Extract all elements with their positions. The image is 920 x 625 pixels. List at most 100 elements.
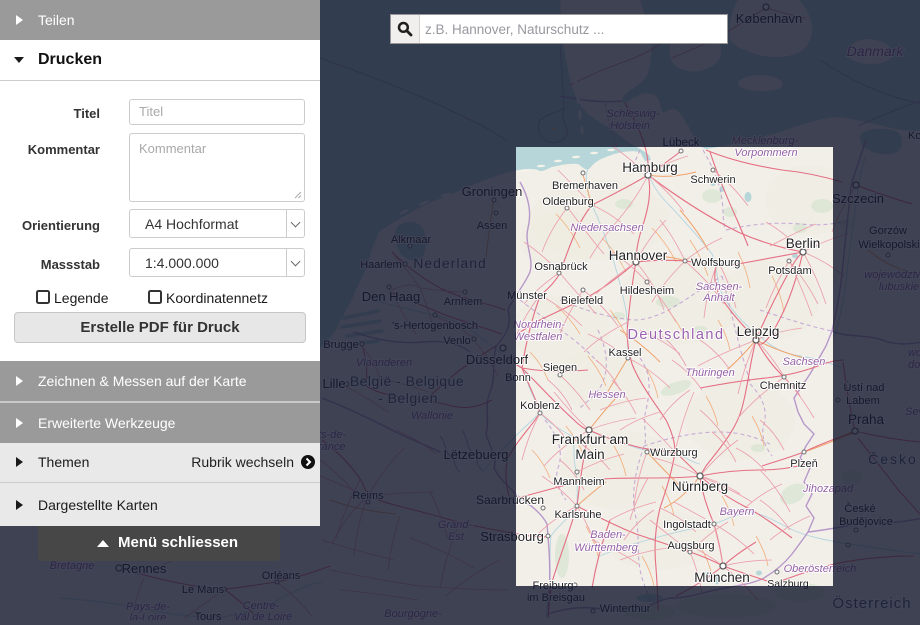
- svg-text:Danmark: Danmark: [847, 43, 905, 59]
- svg-text:Praha: Praha: [848, 412, 885, 427]
- svg-text:Oldenburg: Oldenburg: [542, 196, 593, 208]
- svg-text:Mecklenburg-: Mecklenburg-: [732, 135, 799, 147]
- svg-text:België - Belgique: België - Belgique: [350, 373, 464, 389]
- svg-text:Brugge: Brugge: [323, 339, 358, 351]
- svg-text:Chemnitz: Chemnitz: [760, 380, 806, 392]
- svg-text:München: München: [694, 570, 750, 585]
- svg-text:Bremerhaven: Bremerhaven: [552, 180, 618, 192]
- svg-text:Lübeck: Lübeck: [662, 137, 699, 149]
- svg-text:wojewódz: wojewódz: [908, 347, 920, 359]
- svg-text:Oberösterreich: Oberösterreich: [784, 563, 857, 575]
- svg-text:Vorpommern: Vorpommern: [734, 147, 797, 159]
- svg-text:Thüringen: Thüringen: [685, 367, 735, 379]
- svg-text:Est: Est: [448, 531, 465, 543]
- svg-text:Bielefeld: Bielefeld: [561, 295, 603, 307]
- svg-text:Holstein: Holstein: [610, 120, 650, 132]
- svg-text:Sachsen: Sachsen: [783, 356, 826, 368]
- svg-text:Westfalen: Westfalen: [514, 331, 563, 343]
- svg-text:Česko: Česko: [868, 451, 918, 467]
- svg-text:'s-Hertogenbosch: 's-Hertogenbosch: [392, 320, 478, 332]
- svg-text:województwo: województwo: [864, 269, 920, 281]
- svg-text:Wallonie: Wallonie: [411, 410, 453, 422]
- svg-text:Nürnberg: Nürnberg: [672, 479, 728, 494]
- svg-text:Karlsruhe: Karlsruhe: [554, 509, 601, 521]
- svg-text:Schwerin: Schwerin: [690, 174, 735, 186]
- svg-text:Groningen: Groningen: [462, 184, 523, 199]
- svg-text:Alkmaar: Alkmaar: [391, 234, 432, 246]
- svg-text:Ústí nad: Ústí nad: [844, 381, 885, 394]
- svg-text:im Breisgau: im Breisgau: [527, 592, 585, 604]
- svg-text:Val de Loire: Val de Loire: [234, 611, 292, 620]
- svg-text:Anhalt: Anhalt: [702, 292, 735, 304]
- svg-text:Rennes: Rennes: [122, 561, 167, 576]
- svg-text:Gorzów: Gorzów: [869, 225, 907, 237]
- svg-text:Den Haag: Den Haag: [362, 289, 421, 304]
- svg-text:Grand-: Grand-: [438, 519, 473, 531]
- svg-text:dolnośl.: dolnośl.: [908, 359, 920, 371]
- svg-text:Koszalin: Koszalin: [908, 130, 920, 142]
- svg-text:Schleswig-: Schleswig-: [606, 108, 660, 120]
- svg-text:Mannheim: Mannheim: [553, 476, 604, 488]
- svg-text:Frankfurt am: Frankfurt am: [552, 432, 629, 447]
- svg-text:Hamburg: Hamburg: [622, 160, 678, 175]
- svg-text:Strasbourg: Strasbourg: [480, 529, 544, 544]
- svg-text:Plzeň: Plzeň: [790, 458, 818, 470]
- svg-text:rance: rance: [318, 441, 346, 453]
- svg-text:Augsburg: Augsburg: [667, 540, 714, 552]
- svg-text:Vlaanderen: Vlaanderen: [356, 357, 412, 369]
- svg-text:Osnabrück: Osnabrück: [534, 261, 588, 273]
- svg-text:Tours: Tours: [195, 611, 222, 620]
- svg-text:lubuskie: lubuskie: [879, 281, 919, 293]
- svg-text:Salzburg: Salzburg: [767, 578, 809, 590]
- svg-text:Siegen: Siegen: [543, 362, 577, 374]
- svg-text:Koblenz: Koblenz: [520, 400, 560, 412]
- svg-text:Severoz.: Severoz.: [905, 406, 920, 418]
- svg-text:Freiburg: Freiburg: [533, 580, 574, 592]
- svg-text:Hessen: Hessen: [588, 389, 625, 401]
- svg-text:Szczecin: Szczecin: [832, 191, 884, 206]
- svg-text:Lille: Lille: [322, 376, 345, 391]
- svg-text:Bretagne: Bretagne: [50, 560, 95, 572]
- svg-text:Bonn: Bonn: [505, 372, 531, 384]
- svg-text:Budějovice: Budějovice: [839, 516, 893, 528]
- svg-text:Deutschland: Deutschland: [627, 327, 724, 343]
- svg-text:Reims: Reims: [352, 490, 384, 502]
- svg-text:Ingolstadt: Ingolstadt: [663, 519, 711, 531]
- svg-text:Nordrhein-: Nordrhein-: [513, 319, 565, 331]
- svg-text:Niedersachsen: Niedersachsen: [570, 222, 643, 234]
- svg-text:Württemberg: Württemberg: [574, 542, 638, 554]
- svg-text:Nederland: Nederland: [413, 255, 487, 271]
- svg-text:Saarbrücken: Saarbrücken: [476, 493, 544, 507]
- svg-text:Hannover: Hannover: [609, 248, 668, 263]
- svg-text:Assen: Assen: [477, 220, 508, 232]
- svg-text:České: České: [844, 502, 875, 515]
- svg-text:Österreich: Österreich: [832, 594, 911, 612]
- svg-text:Labem: Labem: [846, 395, 880, 407]
- svg-text:Münster: Münster: [507, 290, 547, 302]
- svg-text:Kassel: Kassel: [608, 347, 641, 359]
- svg-text:Berlin: Berlin: [786, 236, 821, 251]
- svg-text:København: København: [736, 11, 803, 26]
- svg-text:Orléans: Orléans: [262, 570, 301, 582]
- svg-text:Leipzig: Leipzig: [737, 324, 780, 339]
- svg-text:Bourgogne-: Bourgogne-: [384, 608, 442, 620]
- svg-text:Hildesheim: Hildesheim: [620, 285, 674, 297]
- svg-text:Venlo: Venlo: [443, 335, 471, 347]
- svg-text:Jihozapad: Jihozapad: [802, 483, 854, 495]
- svg-text:Main: Main: [575, 447, 604, 462]
- svg-text:Düsseldorf: Düsseldorf: [466, 352, 529, 367]
- svg-text:Baden-: Baden-: [590, 529, 626, 541]
- svg-text:Arnhem: Arnhem: [444, 296, 483, 308]
- svg-text:Bayern: Bayern: [720, 506, 755, 518]
- svg-text:Haarlem: Haarlem: [360, 259, 402, 271]
- svg-text:Würzburg: Würzburg: [650, 447, 698, 459]
- svg-text:Wolfsburg: Wolfsburg: [691, 257, 740, 269]
- svg-text:Potsdam: Potsdam: [768, 265, 811, 277]
- svg-text:Lëtzebuerg: Lëtzebuerg: [443, 447, 508, 462]
- svg-text:Le Mans: Le Mans: [182, 584, 225, 596]
- svg-text:ts-de-: ts-de-: [318, 429, 346, 441]
- svg-text:la-Loire: la-Loire: [130, 612, 167, 620]
- svg-text:Winterthur: Winterthur: [600, 603, 651, 615]
- svg-text:Wielkopolski: Wielkopolski: [858, 239, 919, 251]
- svg-text:- Belgien: - Belgien: [378, 390, 438, 406]
